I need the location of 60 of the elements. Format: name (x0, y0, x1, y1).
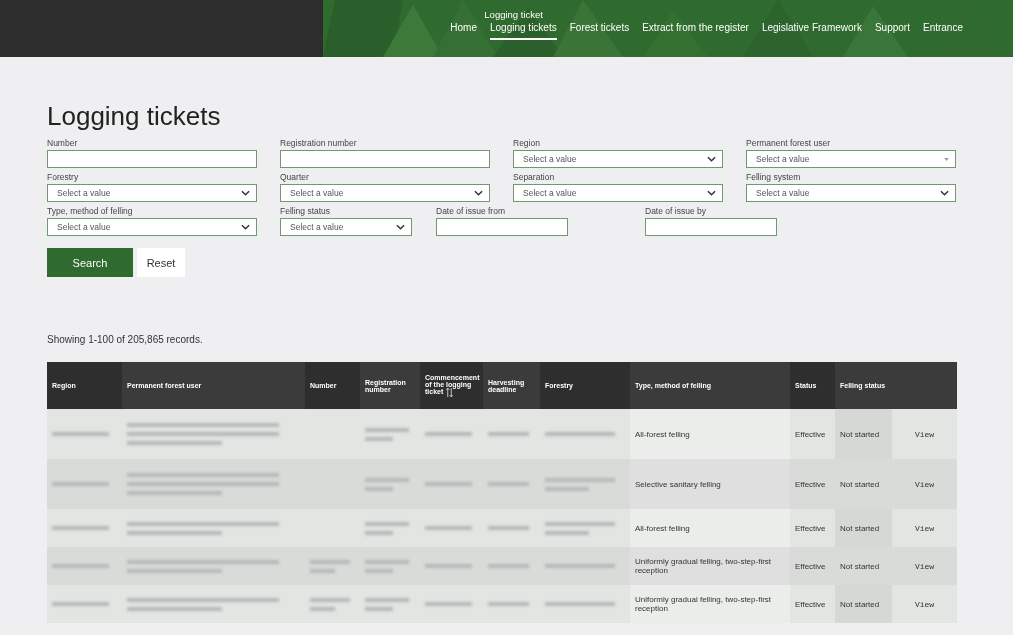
table-cell: Not started (835, 409, 892, 459)
field-label: Forestry (47, 172, 80, 182)
field-label: Permanent forest user (746, 138, 832, 148)
field-label: Felling system (746, 172, 802, 182)
table-cell: Selective sanitary felling (630, 459, 790, 509)
nav-link[interactable]: Support (874, 22, 910, 40)
table-cell: Effective (790, 409, 835, 459)
select-field[interactable]: Select a value (513, 150, 723, 168)
field-label: Separation (513, 172, 556, 182)
reset-button[interactable]: Reset (137, 248, 185, 277)
table-cell: Not started (835, 585, 892, 623)
placeholder-text: Select a value (523, 154, 577, 164)
table-cell: Not started (835, 509, 892, 547)
view-link[interactable]: View (914, 561, 935, 571)
placeholder-text: Select a value (290, 188, 344, 198)
table-cell: Uniformly gradual felling, two-step-first reception (630, 547, 790, 585)
select-field[interactable]: Select a value (746, 184, 956, 202)
table-cell: Uniformly gradual felling, two-step-first reception (630, 585, 790, 623)
select-field[interactable]: Select a value (47, 218, 257, 236)
select-field[interactable]: Select a value (47, 184, 257, 202)
field-label: Date of issue by (645, 206, 707, 216)
table-cell: All-forest felling (630, 409, 790, 459)
field-label: Date of issue from (436, 206, 506, 216)
view-link[interactable]: View (914, 599, 935, 609)
nav-link[interactable]: Entrance (922, 22, 963, 40)
table-cell: Effective (790, 547, 835, 585)
records-summary: Showing 1-100 of 205,865 records. (47, 334, 204, 345)
field-label: Number (47, 138, 79, 148)
view-link[interactable]: View (914, 523, 935, 533)
nav-link[interactable]: Legislative Framework (761, 22, 862, 40)
table-cell: Effective (790, 459, 835, 509)
nav-caption-label: Logging ticket (484, 9, 543, 20)
placeholder-text: Select a value (756, 154, 810, 164)
nav-link[interactable]: Extract from the register (642, 22, 749, 40)
view-link[interactable]: View (914, 429, 935, 439)
placeholder-text: Select a value (523, 188, 577, 198)
table-cell: Not started (835, 459, 892, 509)
field-label: Quarter (280, 172, 310, 182)
search-button[interactable]: Search (47, 248, 133, 277)
field-label: Region (513, 138, 541, 148)
table-cell: Not started (835, 547, 892, 585)
view-link[interactable]: View (914, 479, 935, 489)
nav-link[interactable]: Logging tickets (490, 22, 557, 40)
field-label: Registration number (280, 138, 358, 148)
page-title: Logging tickets (47, 101, 222, 132)
table-cell: Effective (790, 509, 835, 547)
select-field[interactable]: Select a value (280, 218, 412, 236)
table-cell: All-forest felling (630, 509, 790, 547)
nav-link[interactable]: Home (450, 22, 477, 40)
nav-link[interactable]: Forest tickets (569, 22, 630, 40)
placeholder-text: Select a value (57, 188, 111, 198)
select-field[interactable]: Select a value (746, 150, 956, 168)
field-label: Type, method of felling (47, 206, 134, 216)
table-cell: Effective (790, 585, 835, 623)
select-field[interactable]: Select a value (280, 184, 490, 202)
field-label: Felling status (280, 206, 332, 216)
placeholder-text: Select a value (57, 222, 111, 232)
placeholder-text: Select a value (756, 188, 810, 198)
placeholder-text: Select a value (290, 222, 344, 232)
select-field[interactable]: Select a value (513, 184, 723, 202)
